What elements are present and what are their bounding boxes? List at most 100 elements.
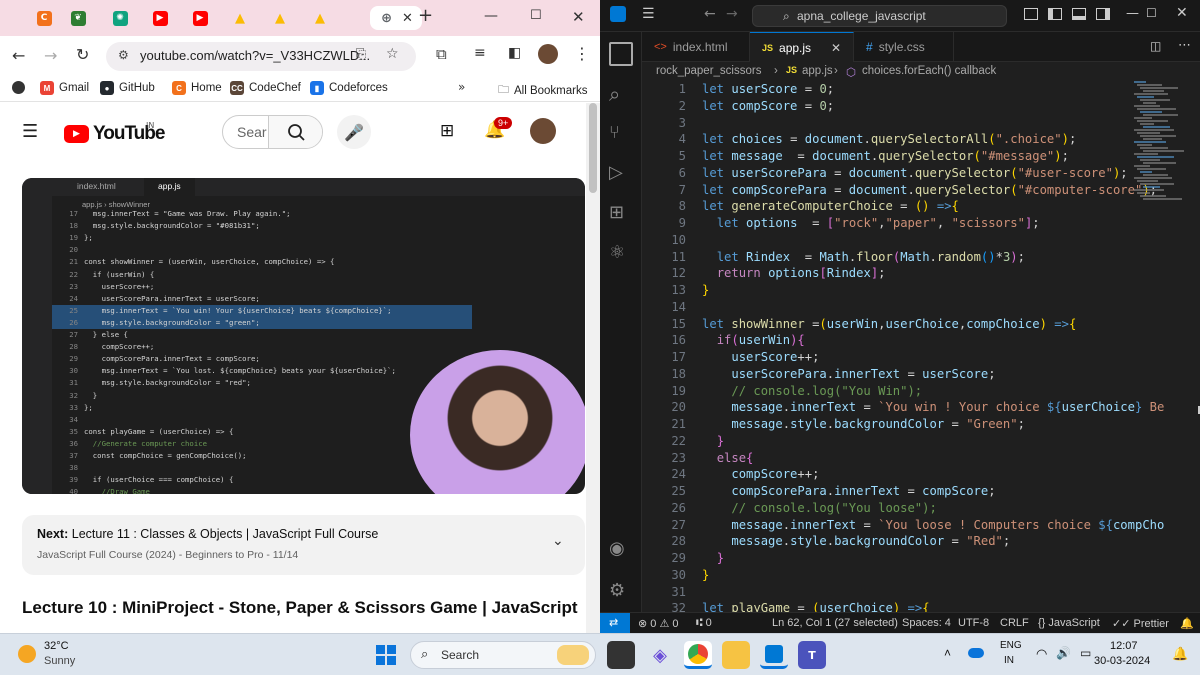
explorer-icon[interactable]: [609, 42, 633, 66]
taskbar-search[interactable]: ⌕ Search: [410, 641, 596, 669]
search-icon[interactable]: ⌕: [609, 82, 633, 106]
bookmark-codechef[interactable]: CC CodeChef: [230, 81, 301, 95]
speaker-icon[interactable]: 🔊: [1056, 646, 1071, 660]
globe-icon[interactable]: [12, 81, 25, 94]
panel-toggle-icon[interactable]: [1072, 8, 1086, 20]
close-tab-icon[interactable]: ✕: [402, 11, 413, 26]
close-window-icon[interactable]: ✕: [572, 8, 585, 26]
prettier-status[interactable]: ✓✓ Prettier: [1112, 617, 1169, 630]
code-line[interactable]: 24 compScore++;: [642, 466, 1182, 483]
clock-time[interactable]: 12:07: [1110, 640, 1138, 652]
ports-indicator[interactable]: ⑆ 0: [696, 617, 712, 629]
bookmark-codeforces[interactable]: ▮ Codeforces: [310, 81, 388, 95]
file-explorer-icon[interactable]: [722, 641, 750, 669]
breadcrumb-symbol[interactable]: choices.forEach() callback: [862, 65, 996, 77]
code-line[interactable]: 28 message.style.backgroundColor = "Red"…: [642, 533, 1182, 550]
teams-icon[interactable]: T: [798, 641, 826, 669]
indent-setting[interactable]: Spaces: 4: [902, 617, 951, 629]
code-line[interactable]: 4 let choices = document.querySelectorAll…: [642, 131, 1182, 148]
code-line[interactable]: 5 let message = document.querySelector("#…: [642, 148, 1182, 165]
browser-tab[interactable]: ▲: [306, 6, 334, 30]
more-actions-icon[interactable]: ⋯: [1178, 38, 1191, 53]
code-line[interactable]: 11 let Rindex = Math.floor(Math.random()…: [642, 249, 1182, 266]
youtube-search[interactable]: Sear: [222, 115, 323, 149]
chrome-taskbar-icon[interactable]: [684, 641, 712, 669]
code-line[interactable]: 13}: [642, 282, 1182, 299]
create-icon[interactable]: ⊞: [440, 121, 454, 141]
wifi-icon[interactable]: ◠: [1036, 646, 1047, 662]
code-line[interactable]: 14: [642, 299, 1182, 316]
minimize-icon[interactable]: —: [1126, 6, 1139, 21]
weather-condition[interactable]: Sunny: [44, 655, 75, 667]
code-line[interactable]: 18 userScorePara.innerText = userScore;: [642, 366, 1182, 383]
onedrive-icon[interactable]: [968, 648, 984, 658]
code-line[interactable]: 10: [642, 232, 1182, 249]
code-line[interactable]: 1 let userScore = 0;: [642, 81, 1182, 98]
browser-tab[interactable]: ▲: [266, 6, 294, 30]
command-center[interactable]: ⌕ apna_college_javascript: [752, 5, 1007, 27]
layout-toggle-icon[interactable]: [1024, 8, 1038, 20]
nav-back-icon[interactable]: ←: [704, 6, 716, 22]
close-window-icon[interactable]: ✕: [1176, 5, 1188, 21]
bookmark-github[interactable]: ● GitHub: [100, 81, 155, 95]
cursor-position[interactable]: Ln 62, Col 1 (27 selected): [772, 617, 898, 629]
settings-gear-icon[interactable]: ⚙: [609, 580, 633, 604]
code-line[interactable]: 21 message.style.backgroundColor = "Gree…: [642, 416, 1182, 433]
code-line[interactable]: 29 }: [642, 550, 1182, 567]
language-bottom[interactable]: IN: [1004, 655, 1014, 666]
code-line[interactable]: 7 let compScorePara = document.querySelec…: [642, 182, 1182, 199]
menu-icon[interactable]: ☰: [642, 6, 655, 22]
task-view-icon[interactable]: [607, 641, 635, 669]
code-line[interactable]: 25 compScorePara.innerText = compScore;: [642, 483, 1182, 500]
split-editor-icon[interactable]: ◫: [1150, 39, 1161, 53]
breadcrumb-file[interactable]: app.js: [802, 65, 833, 77]
back-icon[interactable]: ←: [12, 46, 25, 65]
code-line[interactable]: 3: [642, 115, 1182, 132]
user-avatar[interactable]: [530, 118, 556, 144]
more-bookmarks-icon[interactable]: »: [458, 80, 465, 94]
meet-icon[interactable]: ◈: [646, 641, 674, 669]
vscode-taskbar-icon[interactable]: [760, 641, 788, 669]
media-icon[interactable]: ≡: [474, 45, 486, 61]
encoding[interactable]: UTF-8: [958, 617, 989, 629]
site-info-icon[interactable]: ⚙: [118, 48, 129, 62]
all-bookmarks[interactable]: 🗀 All Bookmarks: [498, 81, 588, 100]
language-mode[interactable]: {} JavaScript: [1038, 617, 1100, 629]
maximize-icon[interactable]: ☐: [1146, 6, 1157, 20]
run-debug-icon[interactable]: ▷: [609, 162, 633, 186]
sidepanel-icon[interactable]: ◧: [508, 45, 521, 61]
nav-forward-icon[interactable]: →: [726, 6, 738, 22]
secondary-sidebar-icon[interactable]: [1096, 8, 1110, 20]
notifications-icon[interactable]: 🔔: [1180, 617, 1194, 630]
code-line[interactable]: 16 if(userWin){: [642, 332, 1182, 349]
code-editor[interactable]: 1 let userScore = 0; 2 let compScore = 0; 3 4…: [642, 81, 1182, 612]
bookmark-star-icon[interactable]: ☆: [386, 46, 399, 62]
new-tab-button[interactable]: +: [418, 5, 433, 26]
search-button[interactable]: [268, 116, 322, 148]
browser-tab[interactable]: ▶: [146, 6, 174, 30]
language-top[interactable]: ENG: [1000, 640, 1022, 651]
chevron-up-icon[interactable]: ˄: [944, 646, 951, 660]
battery-icon[interactable]: ▭: [1080, 646, 1091, 660]
page-scrollbar[interactable]: [586, 103, 600, 633]
hamburger-icon[interactable]: ☰: [22, 121, 38, 142]
account-icon[interactable]: ◉: [609, 538, 633, 562]
remote-button[interactable]: ⇄: [600, 613, 630, 633]
bookmark-home[interactable]: C Home: [172, 81, 222, 95]
notification-center-icon[interactable]: 🔔: [1172, 646, 1188, 662]
code-line[interactable]: 23 else{: [642, 450, 1182, 467]
react-icon[interactable]: ⚛: [609, 242, 633, 266]
code-line[interactable]: 6 let userScorePara = document.querySelec…: [642, 165, 1182, 182]
bookmark-gmail[interactable]: M Gmail: [40, 81, 89, 95]
scroll-thumb[interactable]: [589, 103, 597, 193]
sun-icon[interactable]: [18, 645, 36, 663]
line-ending[interactable]: CRLF: [1000, 617, 1029, 629]
start-button[interactable]: [372, 641, 400, 669]
code-line[interactable]: 8 let generateComputerChoice = () =>{: [642, 198, 1182, 215]
menu-icon[interactable]: ⋮: [574, 44, 590, 63]
next-video-card[interactable]: Next: Lecture 11 : Classes & Objects | J…: [22, 515, 585, 575]
forward-icon[interactable]: →: [44, 46, 57, 65]
editor-scrollbar[interactable]: [1186, 81, 1200, 612]
browser-tab[interactable]: ▲: [226, 6, 254, 30]
video-player[interactable]: index.html app.js app.js › showWinner 17…: [22, 178, 585, 494]
